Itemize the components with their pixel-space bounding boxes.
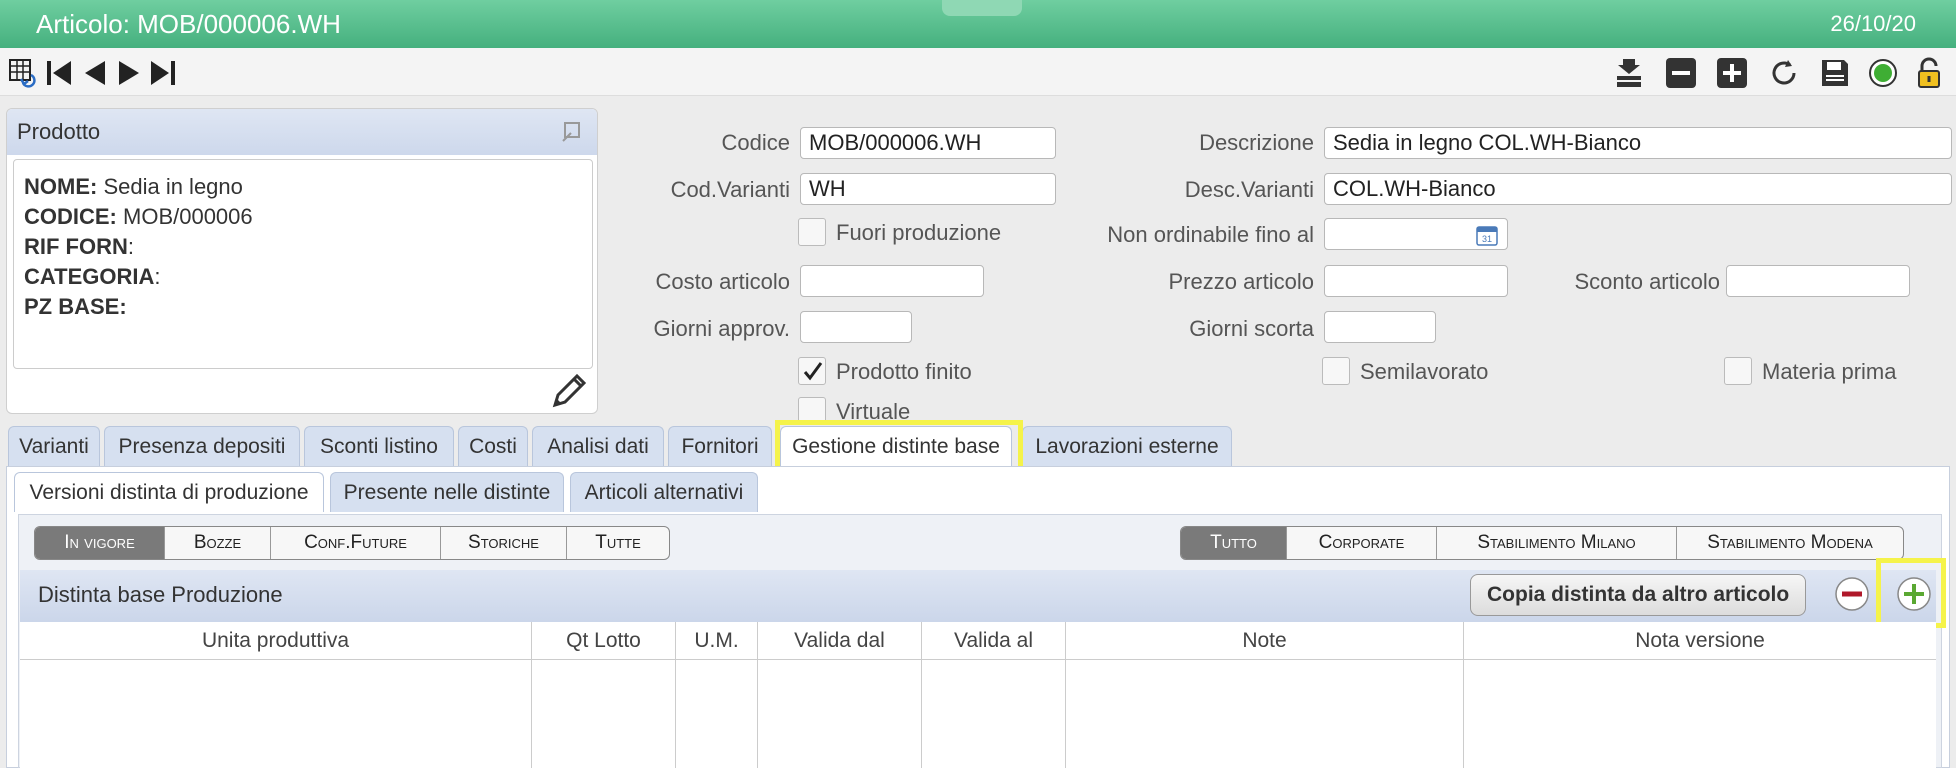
fuori-produzione-label: Fuori produzione: [836, 220, 1002, 245]
filter-stabilimento-modena[interactable]: Stabilimento Modena: [1677, 527, 1903, 559]
sconto-input[interactable]: [1726, 265, 1910, 297]
product-panel-title: Prodotto: [17, 119, 101, 144]
tab-costi[interactable]: Costi: [458, 426, 528, 466]
distinta-grid-header: Unita produttiva Qt Lotto U.M. Valida da…: [20, 622, 1936, 660]
grid-column: [532, 660, 676, 768]
descrizione-label: Descrizione: [1199, 130, 1314, 155]
last-record-icon[interactable]: [146, 56, 180, 90]
filter-corporate[interactable]: Corporate: [1287, 527, 1437, 559]
tab-fornitori[interactable]: Fornitori: [668, 426, 772, 466]
giorni-scorta-label: Giorni scorta: [1189, 316, 1314, 341]
filter-stabilimento-milano[interactable]: Stabilimento Milano: [1437, 527, 1677, 559]
filter-in-vigore[interactable]: In vigore: [35, 527, 165, 559]
semilavorato-checkbox[interactable]: [1322, 357, 1350, 385]
codice-input[interactable]: [800, 127, 1056, 159]
grid-column: [1066, 660, 1464, 768]
col-valida-dal[interactable]: Valida dal: [758, 622, 922, 660]
site-filter: Tutto Corporate Stabilimento Milano Stab…: [1180, 526, 1904, 560]
subtab-versioni-distinta[interactable]: Versioni distinta di produzione: [14, 472, 324, 512]
giorni-scorta-input[interactable]: [1324, 311, 1436, 343]
costo-label: Costo articolo: [655, 269, 790, 294]
window-date: 26/10/20: [1830, 11, 1916, 36]
grid-back-icon[interactable]: [6, 56, 40, 90]
grid-column: [20, 660, 532, 768]
col-note[interactable]: Note: [1066, 622, 1464, 660]
col-nota-versione[interactable]: Nota versione: [1464, 622, 1936, 660]
col-qt-lotto[interactable]: Qt Lotto: [532, 622, 676, 660]
first-record-icon[interactable]: [42, 56, 76, 90]
copy-distinta-button[interactable]: Copia distinta da altro articolo: [1470, 574, 1807, 616]
costo-input[interactable]: [800, 265, 984, 297]
cod-varianti-label: Cod.Varianti: [670, 177, 790, 202]
stack-icon[interactable]: [1612, 56, 1646, 90]
minus-icon[interactable]: [1664, 56, 1698, 90]
checkmark-icon: [803, 362, 823, 381]
descrizione-input[interactable]: [1324, 127, 1952, 159]
grid-column: [922, 660, 1066, 768]
grid-column: [676, 660, 758, 768]
product-line-rif-forn: RIF FORN:: [24, 234, 135, 259]
plus-icon[interactable]: [1715, 56, 1749, 90]
materia-prima-label: Materia prima: [1762, 359, 1897, 384]
prezzo-input[interactable]: [1324, 265, 1508, 297]
add-button-highlight-box: [1876, 558, 1946, 628]
col-um[interactable]: U.M.: [676, 622, 758, 660]
subtab-presente-nelle-distinte[interactable]: Presente nelle distinte: [330, 472, 564, 512]
sconto-label: Sconto articolo: [1574, 269, 1720, 294]
giorni-approv-label: Giorni approv.: [653, 316, 790, 341]
save-icon[interactable]: [1818, 56, 1852, 90]
status-circle-icon[interactable]: [1866, 56, 1900, 90]
tab-lavorazioni-esterne[interactable]: Lavorazioni esterne: [1022, 426, 1232, 466]
title-bar: Articolo: MOB/000006.WH 26/10/20: [0, 0, 1956, 48]
product-line-codice: CODICE: MOB/000006: [24, 204, 253, 229]
prev-record-icon[interactable]: [78, 56, 112, 90]
window-title: Articolo: MOB/000006.WH: [36, 9, 341, 39]
grid-column: [758, 660, 922, 768]
window-grip[interactable]: [942, 0, 1022, 16]
unlock-icon[interactable]: [1912, 56, 1946, 90]
product-line-nome: NOME: Sedia in legno: [24, 174, 243, 199]
filter-storiche[interactable]: Storiche: [441, 527, 567, 559]
prezzo-label: Prezzo articolo: [1168, 269, 1314, 294]
fuori-produzione-checkbox[interactable]: [798, 218, 826, 246]
filter-conf-future[interactable]: Conf.Future: [271, 527, 441, 559]
non-ordinabile-label: Non ordinabile fino al: [1107, 222, 1314, 247]
semilavorato-label: Semilavorato: [1360, 359, 1489, 384]
filter-tutto[interactable]: Tutto: [1181, 527, 1287, 559]
edit-pencil-icon[interactable]: [549, 369, 591, 411]
col-valida-al[interactable]: Valida al: [922, 622, 1066, 660]
distinta-title: Distinta base Produzione: [38, 582, 283, 607]
product-line-categoria: CATEGORIA:: [24, 264, 161, 289]
product-panel-header: Prodotto: [7, 109, 597, 155]
svg-text:31: 31: [1482, 234, 1492, 244]
product-panel: Prodotto NOME: Sedia in legno CODICE: MO…: [6, 108, 598, 414]
prodotto-finito-label: Prodotto finito: [836, 359, 972, 384]
tab-presenza-depositi[interactable]: Presenza depositi: [104, 426, 300, 466]
col-unita-produttiva[interactable]: Unita produttiva: [20, 622, 532, 660]
tab-sconti-listino[interactable]: Sconti listino: [304, 426, 454, 466]
giorni-approv-input[interactable]: [800, 311, 912, 343]
tab-analisi-dati[interactable]: Analisi dati: [532, 426, 664, 466]
pin-icon[interactable]: [561, 121, 583, 143]
filter-bozze[interactable]: Bozze: [165, 527, 271, 559]
distinta-header: Distinta base Produzione Copia distinta …: [20, 570, 1936, 622]
tab-varianti[interactable]: Varianti: [8, 426, 100, 466]
refresh-icon[interactable]: [1767, 56, 1801, 90]
calendar-icon[interactable]: 31: [1476, 224, 1498, 246]
next-record-icon[interactable]: [112, 56, 146, 90]
materia-prima-checkbox[interactable]: [1724, 357, 1752, 385]
toolbar: [0, 48, 1956, 96]
codice-label: Codice: [721, 130, 790, 155]
product-line-pz-base: PZ BASE:: [24, 294, 127, 319]
product-summary: NOME: Sedia in legno CODICE: MOB/000006 …: [13, 159, 593, 369]
desc-varianti-label: Desc.Varianti: [1184, 177, 1314, 202]
filter-tutte[interactable]: Tutte: [567, 527, 669, 559]
distinta-grid-body[interactable]: [20, 660, 1936, 768]
state-filter: In vigore Bozze Conf.Future Storiche Tut…: [34, 526, 670, 560]
subtab-articoli-alternativi[interactable]: Articoli alternativi: [570, 472, 758, 512]
cod-varianti-input[interactable]: [800, 173, 1056, 205]
prodotto-finito-checkbox[interactable]: [798, 357, 826, 385]
remove-row-icon[interactable]: [1834, 576, 1870, 612]
desc-varianti-input[interactable]: [1324, 173, 1952, 205]
